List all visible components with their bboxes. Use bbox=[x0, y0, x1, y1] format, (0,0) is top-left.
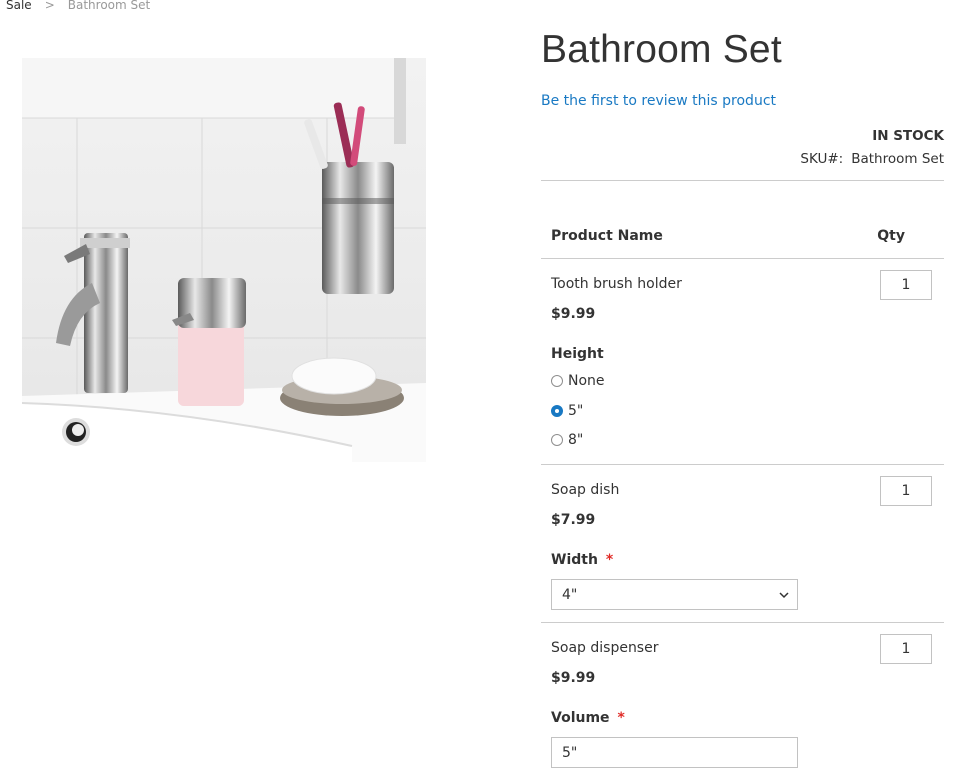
chevron-down-icon bbox=[779, 592, 789, 599]
input-value: 5" bbox=[562, 745, 578, 761]
breadcrumb-separator-icon: > bbox=[44, 0, 55, 12]
divider bbox=[541, 180, 944, 181]
breadcrumb-link-sale[interactable]: Sale bbox=[6, 0, 32, 12]
option-label-text: Width bbox=[551, 552, 598, 568]
product-sku: SKU#: Bathroom Set bbox=[800, 151, 944, 167]
col-product-name: Product Name bbox=[551, 228, 663, 244]
qty-input[interactable]: 1 bbox=[880, 634, 932, 664]
table-row: Tooth brush holder 1 $9.99 Height None 5… bbox=[541, 259, 944, 464]
required-mark: * bbox=[617, 710, 625, 726]
radio-option-5[interactable]: 5" bbox=[551, 403, 583, 419]
item-name: Tooth brush holder bbox=[551, 276, 682, 292]
breadcrumb: Sale > Bathroom Set bbox=[6, 0, 150, 12]
radio-checked-icon[interactable] bbox=[551, 405, 563, 417]
col-qty: Qty bbox=[877, 228, 905, 244]
required-mark: * bbox=[605, 552, 614, 568]
item-price: $9.99 bbox=[551, 306, 596, 322]
radio-option-8[interactable]: 8" bbox=[551, 432, 583, 448]
radio-label: 5" bbox=[568, 403, 584, 419]
review-link[interactable]: Be the first to review this product bbox=[541, 93, 776, 109]
option-label-height: Height bbox=[551, 346, 604, 362]
option-label-volume: Volume * bbox=[551, 710, 625, 726]
width-select[interactable]: 4" bbox=[551, 579, 798, 610]
table-row: Soap dish 1 $7.99 Width * 4" bbox=[541, 465, 944, 622]
stock-status: IN STOCK bbox=[872, 128, 944, 144]
table-header: Product Name Qty bbox=[541, 228, 944, 259]
sku-value: Bathroom Set bbox=[851, 151, 944, 167]
radio-option-none[interactable]: None bbox=[551, 373, 605, 389]
option-label-text: Volume bbox=[551, 710, 610, 726]
item-price: $9.99 bbox=[551, 670, 596, 686]
breadcrumb-current: Bathroom Set bbox=[67, 0, 151, 12]
qty-input[interactable]: 1 bbox=[880, 476, 932, 506]
radio-label: None bbox=[568, 373, 605, 389]
product-image[interactable] bbox=[22, 58, 426, 462]
radio-unchecked-icon[interactable] bbox=[551, 434, 563, 446]
select-value: 4" bbox=[562, 587, 578, 603]
radio-unchecked-icon[interactable] bbox=[551, 375, 563, 387]
table-row: Soap dispenser 1 $9.99 Volume * 5" bbox=[541, 623, 944, 778]
item-name: Soap dish bbox=[551, 482, 620, 498]
radio-label: 8" bbox=[568, 432, 584, 448]
volume-input[interactable]: 5" bbox=[551, 737, 798, 768]
sku-label: SKU#: bbox=[800, 151, 844, 167]
item-price: $7.99 bbox=[551, 512, 596, 528]
qty-input[interactable]: 1 bbox=[880, 270, 932, 300]
item-name: Soap dispenser bbox=[551, 640, 659, 656]
option-label-width: Width * bbox=[551, 552, 613, 568]
page-title: Bathroom Set bbox=[541, 28, 782, 71]
